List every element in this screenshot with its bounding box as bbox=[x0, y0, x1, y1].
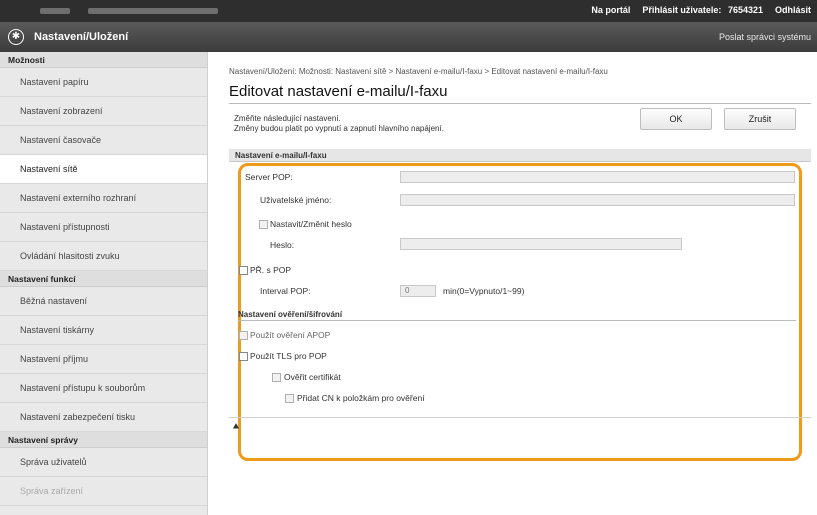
sidebar-item-network[interactable]: Nastavení sítě bbox=[0, 155, 207, 184]
password-label: Heslo: bbox=[270, 240, 295, 250]
pop-before-smtp-checkbox[interactable] bbox=[239, 266, 248, 275]
sidebar-header: Nastavení funkcí bbox=[0, 271, 207, 287]
sidebar-item-external-interface[interactable]: Nastavení externího rozhraní bbox=[0, 184, 207, 213]
apop-checkbox[interactable] bbox=[239, 331, 248, 340]
sidebar: Možnosti Nastavení papíru Nastavení zobr… bbox=[0, 52, 208, 515]
user-label: Přihlásit uživatele: bbox=[642, 5, 722, 15]
set-password-checkbox[interactable] bbox=[259, 220, 268, 229]
sidebar-item-secure-print[interactable]: Nastavení zabezpečení tisku bbox=[0, 403, 207, 432]
sidebar-item-user-management[interactable]: Správa uživatelů bbox=[0, 448, 207, 477]
pop-before-smtp-label: PŘ. s POP bbox=[250, 265, 292, 275]
sidebar-header: Možnosti bbox=[0, 52, 207, 68]
back-to-top-link[interactable]: ⯅ bbox=[232, 422, 240, 433]
pop-server-label: Server POP: bbox=[245, 172, 293, 182]
portal-link[interactable]: Na portál bbox=[591, 5, 630, 15]
blurred-text bbox=[40, 8, 70, 14]
app-header: ✱ Nastavení/Uložení Poslat správci systé… bbox=[0, 22, 817, 52]
username-input[interactable] bbox=[400, 194, 795, 206]
apop-label: Použít ověření APOP bbox=[250, 330, 331, 340]
cancel-button[interactable]: Zrušit bbox=[724, 108, 796, 130]
sidebar-item-common[interactable]: Běžná nastavení bbox=[0, 287, 207, 316]
sidebar-item-timer[interactable]: Nastavení časovače bbox=[0, 126, 207, 155]
page-title: Editovat nastavení e-mailu/I-faxu bbox=[229, 83, 448, 100]
logout-link[interactable]: Odhlásit bbox=[775, 5, 811, 15]
sidebar-item-display[interactable]: Nastavení zobrazení bbox=[0, 97, 207, 126]
sidebar-item-volume[interactable]: Ovládání hlasitosti zvuku bbox=[0, 242, 207, 271]
sidebar-item-file-access[interactable]: Nastavení přístupu k souborům bbox=[0, 374, 207, 403]
password-input[interactable] bbox=[400, 238, 682, 250]
sidebar-item-receive[interactable]: Nastavení příjmu bbox=[0, 345, 207, 374]
description: Změňte následující nastavení. Změny budo… bbox=[234, 114, 444, 134]
divider bbox=[238, 320, 796, 321]
verify-certificate-checkbox[interactable] bbox=[272, 373, 281, 382]
description-line: Změny budou platit po vypnutí a zapnutí … bbox=[234, 124, 444, 133]
top-bar: Na portál Přihlásit uživatele: 7654321 O… bbox=[0, 0, 817, 22]
app-title: Nastavení/Uložení bbox=[34, 31, 129, 43]
sidebar-item-device-management[interactable]: Správa zařízení bbox=[0, 477, 207, 506]
set-password-label: Nastavit/Změnit heslo bbox=[270, 219, 352, 229]
blurred-text bbox=[88, 8, 218, 14]
pop-server-input[interactable] bbox=[400, 171, 795, 183]
sidebar-item-printer[interactable]: Nastavení tiskárny bbox=[0, 316, 207, 345]
sidebar-item-accessibility[interactable]: Nastavení přístupnosti bbox=[0, 213, 207, 242]
divider bbox=[229, 417, 811, 418]
auth-section-header: Nastavení ověření/šifrování bbox=[238, 310, 343, 319]
pop-interval-unit: min(0=Vypnuto/1~99) bbox=[443, 286, 525, 296]
tls-pop-checkbox[interactable] bbox=[239, 352, 248, 361]
user-id: 7654321 bbox=[727, 5, 763, 15]
add-cn-label: Přidat CN k položkám pro ověření bbox=[297, 393, 425, 403]
sidebar-header: Nastavení správy bbox=[0, 432, 207, 448]
main-content: Nastavení/Uložení: Možnosti: Nastavení s… bbox=[208, 52, 817, 515]
mail-admin-link[interactable]: Poslat správci systému bbox=[719, 32, 811, 42]
tls-pop-label: Použít TLS pro POP bbox=[250, 351, 327, 361]
username-label: Uživatelské jméno: bbox=[260, 195, 332, 205]
description-line: Změňte následující nastavení. bbox=[234, 114, 341, 123]
verify-certificate-label: Ověřit certifikát bbox=[284, 372, 341, 382]
sidebar-item-paper[interactable]: Nastavení papíru bbox=[0, 68, 207, 97]
pop-interval-label: Interval POP: bbox=[260, 286, 311, 296]
add-cn-checkbox[interactable] bbox=[285, 394, 294, 403]
settings-logo-icon: ✱ bbox=[8, 29, 24, 45]
section-header: Nastavení e-mailu/I-faxu bbox=[229, 149, 811, 162]
breadcrumb: Nastavení/Uložení: Možnosti: Nastavení s… bbox=[229, 67, 608, 76]
pop-interval-input[interactable]: 0 bbox=[400, 285, 436, 297]
ok-button[interactable]: OK bbox=[640, 108, 712, 130]
divider bbox=[229, 103, 811, 104]
